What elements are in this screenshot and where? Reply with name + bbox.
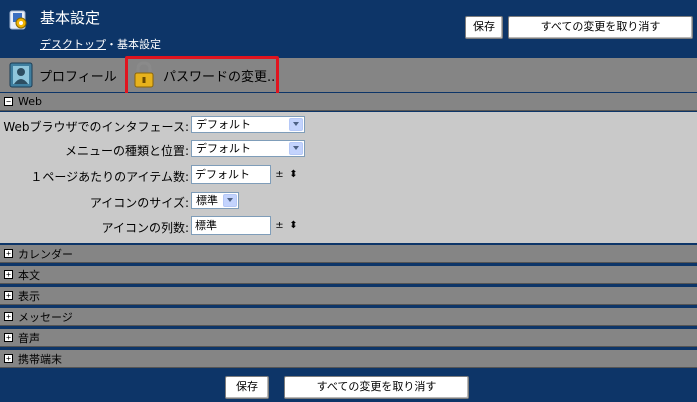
items-per-page-input[interactable]: デフォルト bbox=[191, 165, 271, 184]
plus-minus-icon[interactable]: ± bbox=[273, 165, 286, 184]
breadcrumb-separator: ・ bbox=[106, 38, 117, 51]
settings-app-icon bbox=[9, 10, 27, 30]
section-message-header[interactable]: + メッセージ bbox=[0, 308, 697, 326]
interface-label: Webブラウザでのインタフェース: bbox=[3, 120, 189, 134]
profile-tab-label: プロフィール bbox=[39, 69, 117, 85]
section-body-header[interactable]: + 本文 bbox=[0, 266, 697, 284]
section-display-header[interactable]: + 表示 bbox=[0, 287, 697, 305]
section-mobile-title: 携帯端末 bbox=[18, 352, 62, 366]
up-down-arrow-icon[interactable]: ⬍ bbox=[287, 216, 300, 235]
chevron-down-icon bbox=[289, 118, 303, 131]
expand-icon: + bbox=[4, 312, 13, 321]
collapse-icon: − bbox=[4, 97, 13, 106]
icon-size-label: アイコンのサイズ: bbox=[89, 196, 189, 210]
items-per-page-label: １ページあたりのアイテム数: bbox=[30, 170, 189, 184]
cancel-all-button-top[interactable]: すべての変更を取り消す bbox=[508, 16, 693, 39]
expand-icon: + bbox=[4, 333, 13, 342]
save-button-top[interactable]: 保存 bbox=[465, 16, 503, 39]
up-down-arrow-icon[interactable]: ⬍ bbox=[287, 165, 300, 184]
section-mobile-header[interactable]: + 携帯端末 bbox=[0, 350, 697, 368]
interface-row: Webブラウザでのインタフェース: デフォルト bbox=[0, 115, 697, 135]
save-button-bottom[interactable]: 保存 bbox=[225, 376, 269, 399]
profile-tab[interactable]: プロフィール bbox=[9, 58, 117, 92]
menu-label: メニューの種類と位置: bbox=[64, 144, 189, 158]
menu-select-value: デフォルト bbox=[196, 142, 251, 155]
breadcrumb: デスクトップ・基本設定 bbox=[40, 36, 161, 52]
items-per-page-row: １ページあたりのアイテム数: デフォルト ± ⬍ bbox=[0, 165, 697, 185]
icon-columns-input[interactable]: 標準 bbox=[191, 216, 271, 235]
header-bar: 基本設定 デスクトップ・基本設定 保存 すべての変更を取り消す bbox=[0, 0, 697, 58]
section-message-title: メッセージ bbox=[18, 310, 73, 324]
expand-icon: + bbox=[4, 291, 13, 300]
highlight-box bbox=[125, 56, 279, 96]
chevron-down-icon bbox=[223, 194, 237, 207]
icon-size-select-value: 標準 bbox=[196, 194, 218, 207]
section-body-title: 本文 bbox=[18, 268, 40, 282]
section-web-title: Web bbox=[18, 95, 42, 108]
page-title: 基本設定 bbox=[40, 9, 101, 27]
expand-icon: + bbox=[4, 249, 13, 258]
icon-columns-row: アイコンの列数: 標準 ± ⬍ bbox=[0, 216, 697, 236]
expand-icon: + bbox=[4, 354, 13, 363]
section-calendar-header[interactable]: + カレンダー bbox=[0, 245, 697, 263]
web-settings-panel: Webブラウザでのインタフェース: デフォルト メニューの種類と位置: デフォル… bbox=[0, 112, 697, 243]
icon-size-row: アイコンのサイズ: 標準 bbox=[0, 191, 697, 211]
section-display-title: 表示 bbox=[18, 289, 40, 303]
interface-select-value: デフォルト bbox=[196, 118, 251, 131]
chevron-down-icon bbox=[289, 142, 303, 155]
plus-minus-icon[interactable]: ± bbox=[273, 216, 286, 235]
icon-columns-value: 標準 bbox=[195, 219, 217, 232]
section-audio-header[interactable]: + 音声 bbox=[0, 329, 697, 347]
cancel-all-button-bottom[interactable]: すべての変更を取り消す bbox=[284, 376, 469, 399]
interface-select[interactable]: デフォルト bbox=[191, 116, 305, 133]
section-web-header[interactable]: − Web bbox=[0, 93, 697, 111]
menu-row: メニューの種類と位置: デフォルト bbox=[0, 139, 697, 159]
icon-columns-label: アイコンの列数: bbox=[101, 221, 189, 235]
breadcrumb-desktop-link[interactable]: デスクトップ bbox=[40, 38, 106, 51]
section-audio-title: 音声 bbox=[18, 331, 40, 345]
settings-toolbar: プロフィール パスワードの変更... bbox=[0, 58, 697, 92]
profile-icon bbox=[9, 62, 33, 88]
icon-size-select[interactable]: 標準 bbox=[191, 192, 239, 209]
breadcrumb-current: 基本設定 bbox=[117, 38, 161, 51]
expand-icon: + bbox=[4, 270, 13, 279]
section-calendar-title: カレンダー bbox=[18, 247, 73, 261]
items-per-page-value: デフォルト bbox=[195, 168, 250, 181]
menu-select[interactable]: デフォルト bbox=[191, 140, 305, 157]
